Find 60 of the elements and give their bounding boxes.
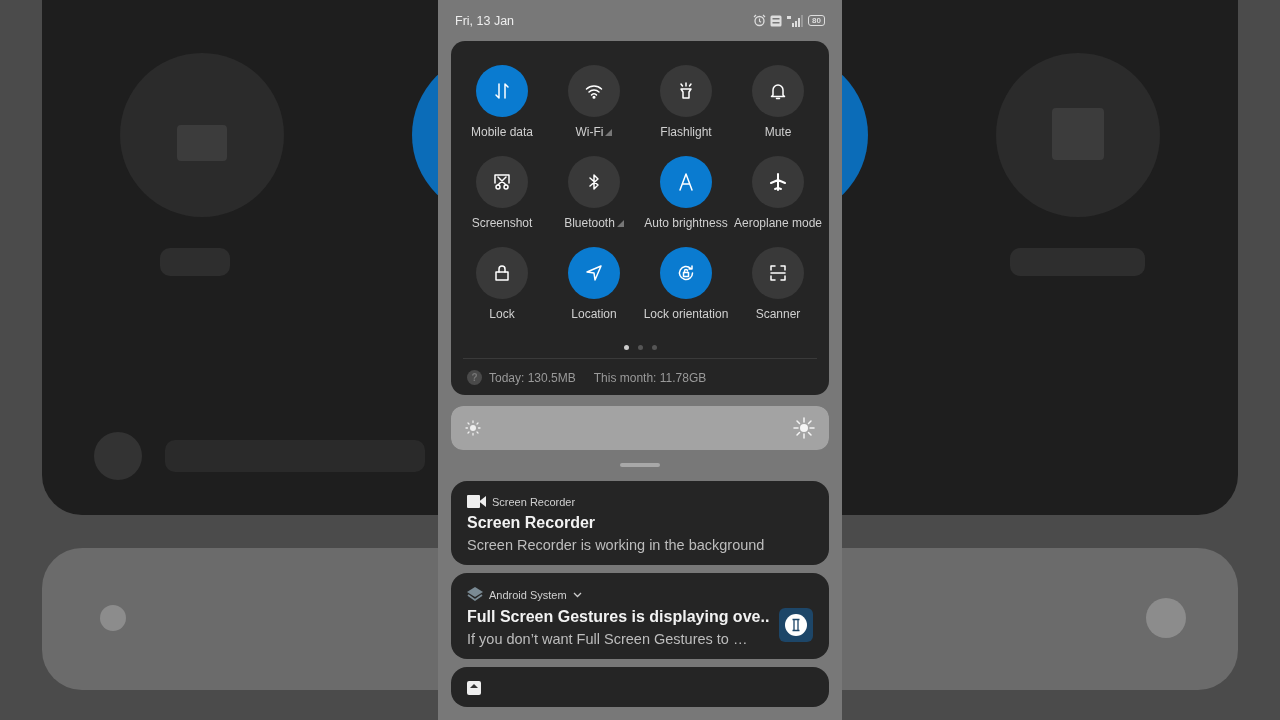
navigation-arrow-icon (584, 263, 604, 283)
notification-body: Screen Recorder is working in the background (467, 537, 765, 553)
airplane-icon (768, 172, 788, 192)
tile-toggle[interactable] (660, 247, 712, 299)
tile-label: Lock orientation (643, 307, 729, 321)
sun-icon (465, 420, 481, 436)
tile-toggle[interactable] (660, 156, 712, 208)
arrows-icon (492, 81, 512, 101)
rotation-lock-icon (676, 263, 696, 283)
notification-title: Full Screen Gestures is displaying ove.. (467, 608, 770, 626)
signal-icon (786, 14, 805, 27)
brightness-slider[interactable] (451, 406, 829, 450)
tile-toggle[interactable] (568, 247, 620, 299)
tile-label: Mobile data (470, 125, 533, 139)
tile-label: Aeroplane mode (733, 216, 823, 230)
layers-icon (467, 587, 483, 602)
tile-toggle[interactable] (660, 65, 712, 117)
page-dot[interactable] (623, 345, 629, 350)
tile-label: Screenshot (471, 216, 533, 230)
notification-title: Screen Recorder (467, 514, 597, 532)
battery-level: 80 (808, 15, 825, 26)
status-date: Fri, 13 Jan (455, 13, 515, 28)
notification-card[interactable]: Android System Full Screen Gestures is displaying ove.. If you don’t want Full Screen Gestures to … (451, 573, 829, 659)
tile-label: Location (571, 307, 617, 321)
data-usage-month: This month: 11.78GB (593, 370, 707, 385)
tile-toggle[interactable] (568, 65, 620, 117)
tile-toggle[interactable] (568, 156, 620, 208)
tile-label: Scanner (755, 307, 801, 321)
scanner-icon (768, 263, 788, 283)
tile-toggle[interactable] (476, 65, 528, 117)
tile-toggle[interactable] (476, 247, 528, 299)
tile-label: Lock (489, 307, 515, 321)
bell-icon (768, 81, 788, 101)
tile-label: Bluetooth (564, 216, 615, 230)
app-icon (467, 681, 481, 695)
notification-body: If you don’t want Full Screen Gestures to … (467, 631, 749, 647)
page-dot[interactable] (651, 345, 657, 350)
scissors-icon (492, 172, 512, 192)
data-usage-today: Today: 130.5MB (489, 370, 576, 385)
video-camera-icon (467, 495, 486, 508)
tile-toggle[interactable] (476, 156, 528, 208)
tile-toggle[interactable] (752, 156, 804, 208)
tile-label: Mute (764, 125, 792, 139)
tile-toggle[interactable] (752, 65, 804, 117)
app-name: Screen Recorder (492, 495, 576, 508)
letter-a-icon (676, 172, 696, 192)
sun-icon (793, 417, 815, 439)
notification-card[interactable] (451, 667, 829, 707)
tile-label: Auto brightness (644, 216, 728, 230)
chevron-down-icon[interactable] (572, 591, 582, 598)
app-icon (779, 607, 813, 642)
drag-handle[interactable] (620, 463, 660, 467)
notification-card[interactable]: Screen Recorder Screen Recorder Screen Recorder is working in the background (451, 481, 829, 565)
lock-icon (492, 263, 512, 283)
app-name: Android System (489, 588, 567, 601)
alarm-icon (753, 14, 767, 27)
tile-toggle[interactable] (752, 247, 804, 299)
page-dot[interactable] (637, 345, 643, 350)
tile-label: Flashlight (660, 125, 712, 139)
tile-label: Wi-Fi (575, 125, 604, 139)
